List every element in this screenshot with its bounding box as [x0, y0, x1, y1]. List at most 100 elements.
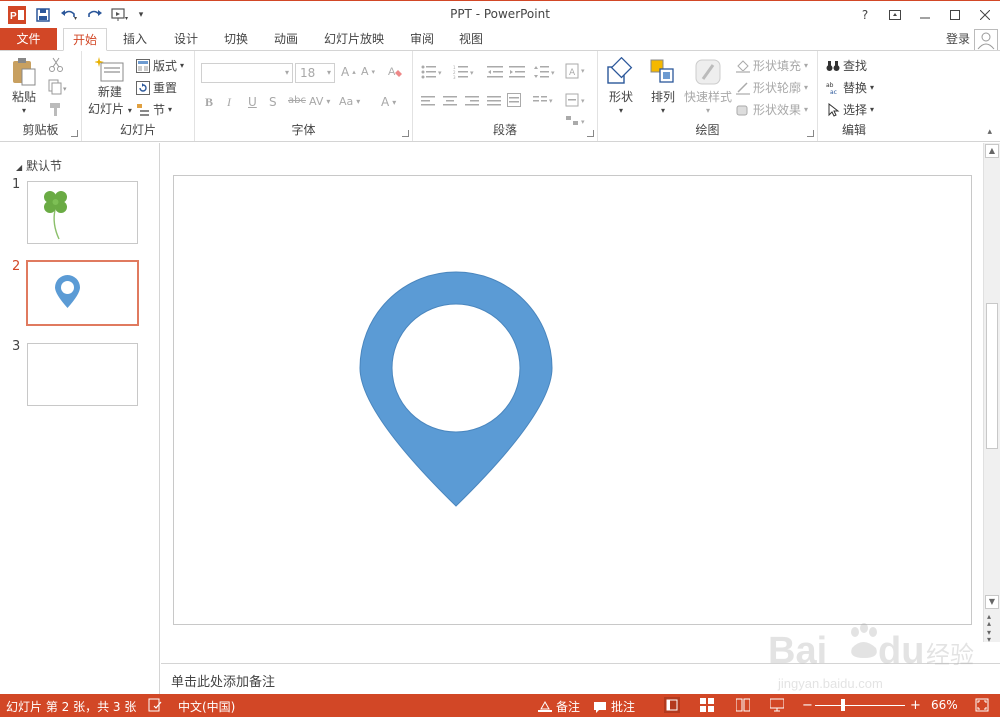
bullets-icon[interactable]: ▾: [421, 65, 445, 79]
shape-outline-button[interactable]: 形状轮廓 ▾: [736, 79, 808, 96]
customize-qat-icon[interactable]: ▾: [136, 5, 146, 25]
avatar[interactable]: [974, 29, 998, 51]
text-shadow-icon[interactable]: S: [269, 95, 277, 109]
reading-view-icon[interactable]: [736, 698, 750, 712]
bold-icon[interactable]: B: [205, 95, 213, 110]
collapse-ribbon-icon[interactable]: ▴: [987, 127, 992, 137]
notes-button[interactable]: 备注: [538, 698, 580, 715]
reset-button[interactable]: 重置: [136, 79, 177, 96]
clipboard-launcher-icon[interactable]: [71, 130, 78, 137]
section-button[interactable]: 节 ▾: [136, 101, 172, 118]
vertical-scrollbar[interactable]: ▲ ▼ ▴ ▴ ▾ ▾: [983, 143, 1000, 644]
change-case-icon[interactable]: Aa ▾: [339, 95, 360, 108]
zoom-level[interactable]: 66%: [931, 698, 958, 712]
shape-fill-button[interactable]: 形状填充 ▾: [736, 57, 808, 74]
font-launcher-icon[interactable]: [402, 130, 409, 137]
normal-view-icon[interactable]: [664, 697, 680, 713]
format-painter-icon[interactable]: [48, 101, 64, 117]
redo-icon[interactable]: [84, 5, 106, 25]
slide-thumbnail-1[interactable]: [27, 181, 138, 244]
font-color-icon[interactable]: A ▾: [381, 95, 396, 109]
cursor-arrow-icon: [828, 102, 840, 117]
scroll-thumb[interactable]: [986, 303, 998, 449]
start-from-beginning-icon[interactable]: ▾: [110, 5, 132, 25]
underline-icon[interactable]: U: [248, 95, 257, 109]
text-direction-icon[interactable]: A ▾: [565, 63, 589, 79]
scroll-down-icon[interactable]: ▼: [985, 595, 999, 609]
baidu-jingyan-watermark: Bai du 经验 jingyan.baidu.com: [748, 608, 988, 693]
sign-in-link[interactable]: 登录: [946, 28, 970, 50]
increase-indent-icon[interactable]: [509, 65, 525, 79]
align-text-icon[interactable]: ▾: [565, 93, 589, 107]
proofing-icon[interactable]: [148, 698, 162, 712]
layout-button[interactable]: 版式 ▾: [136, 57, 184, 74]
slide-thumbnail-3[interactable]: [27, 343, 138, 406]
save-icon[interactable]: [32, 5, 54, 25]
scroll-up-icon[interactable]: ▲: [985, 144, 999, 158]
align-center-icon[interactable]: [443, 95, 457, 107]
tab-animations[interactable]: 动画: [266, 28, 306, 50]
align-left-icon[interactable]: [421, 95, 435, 107]
comments-button[interactable]: 批注: [593, 698, 635, 715]
font-name-combo[interactable]: ▾: [201, 63, 293, 83]
decrease-indent-icon[interactable]: [487, 65, 503, 79]
font-size-combo[interactable]: 18 ▾: [295, 63, 335, 83]
select-button[interactable]: 选择 ▾: [826, 101, 874, 118]
replace-button[interactable]: ab ac 替换 ▾: [826, 79, 874, 96]
numbering-icon[interactable]: 1 2 3 ▾: [453, 65, 477, 79]
slide-sorter-icon[interactable]: [700, 698, 714, 712]
paste-button[interactable]: 粘贴 ▾: [10, 57, 38, 115]
slide-thumbnail-2[interactable]: [26, 260, 139, 326]
columns-icon[interactable]: ▾: [533, 95, 557, 107]
clear-formatting-icon[interactable]: A: [387, 63, 403, 79]
close-icon[interactable]: [970, 1, 1000, 29]
tab-review[interactable]: 审阅: [402, 28, 442, 50]
fit-slide-icon[interactable]: [975, 698, 989, 712]
maximize-icon[interactable]: [940, 1, 970, 29]
slideshow-view-icon[interactable]: [770, 698, 784, 712]
shrink-font-icon[interactable]: A ▾: [361, 65, 375, 78]
new-slide-button[interactable]: 新建 幻灯片 ▾: [88, 57, 132, 117]
cut-icon[interactable]: [48, 57, 64, 73]
ribbon-display-options-icon[interactable]: [880, 1, 910, 29]
slide-canvas[interactable]: [173, 175, 972, 625]
shape-effects-button[interactable]: 形状效果 ▾: [736, 101, 808, 118]
copy-icon[interactable]: ▾: [48, 79, 70, 95]
zoom-slider-thumb[interactable]: [841, 699, 845, 711]
minimize-icon[interactable]: [910, 1, 940, 29]
tab-home[interactable]: 开始: [63, 28, 107, 51]
undo-icon[interactable]: ▾: [58, 5, 80, 25]
replace-icon: abac: [826, 82, 837, 95]
distributed-icon[interactable]: [507, 93, 521, 107]
zoom-out-icon[interactable]: −: [802, 698, 813, 713]
tab-file[interactable]: 文件: [0, 28, 57, 50]
tab-slideshow[interactable]: 幻灯片放映: [318, 28, 390, 50]
quick-styles-button[interactable]: 快速样式 ▾: [684, 57, 732, 115]
notes-placeholder[interactable]: 单击此处添加备注: [171, 671, 275, 690]
shape-effects-icon: [736, 105, 748, 115]
line-spacing-icon[interactable]: ▾: [533, 65, 557, 79]
justify-icon[interactable]: [487, 95, 501, 107]
zoom-in-icon[interactable]: +: [910, 698, 921, 713]
tab-design[interactable]: 设计: [166, 28, 206, 50]
powerpoint-logo-icon[interactable]: P: [6, 5, 28, 25]
find-button[interactable]: 查找: [826, 57, 867, 74]
shapes-button[interactable]: 形状 ▾: [606, 57, 636, 115]
italic-icon[interactable]: I: [227, 95, 231, 110]
section-header[interactable]: ◢ 默认节: [16, 157, 62, 174]
strikethrough-icon[interactable]: abc: [288, 95, 306, 106]
language-indicator[interactable]: 中文(中国): [178, 698, 235, 715]
arrange-button[interactable]: 排列 ▾: [648, 57, 678, 115]
tab-insert[interactable]: 插入: [115, 28, 155, 50]
tab-transitions[interactable]: 切换: [216, 28, 256, 50]
align-right-icon[interactable]: [465, 95, 479, 107]
svg-text:Bai: Bai: [768, 630, 827, 672]
tab-view[interactable]: 视图: [451, 28, 491, 50]
character-spacing-icon[interactable]: AV ▾: [309, 95, 330, 108]
collapse-triangle-icon[interactable]: ◢: [16, 163, 22, 172]
paragraph-launcher-icon[interactable]: [587, 130, 594, 137]
drawing-launcher-icon[interactable]: [807, 130, 814, 137]
help-button[interactable]: ?: [850, 1, 880, 29]
grow-font-icon[interactable]: A ▴: [341, 65, 356, 79]
zoom-slider[interactable]: [815, 705, 905, 706]
